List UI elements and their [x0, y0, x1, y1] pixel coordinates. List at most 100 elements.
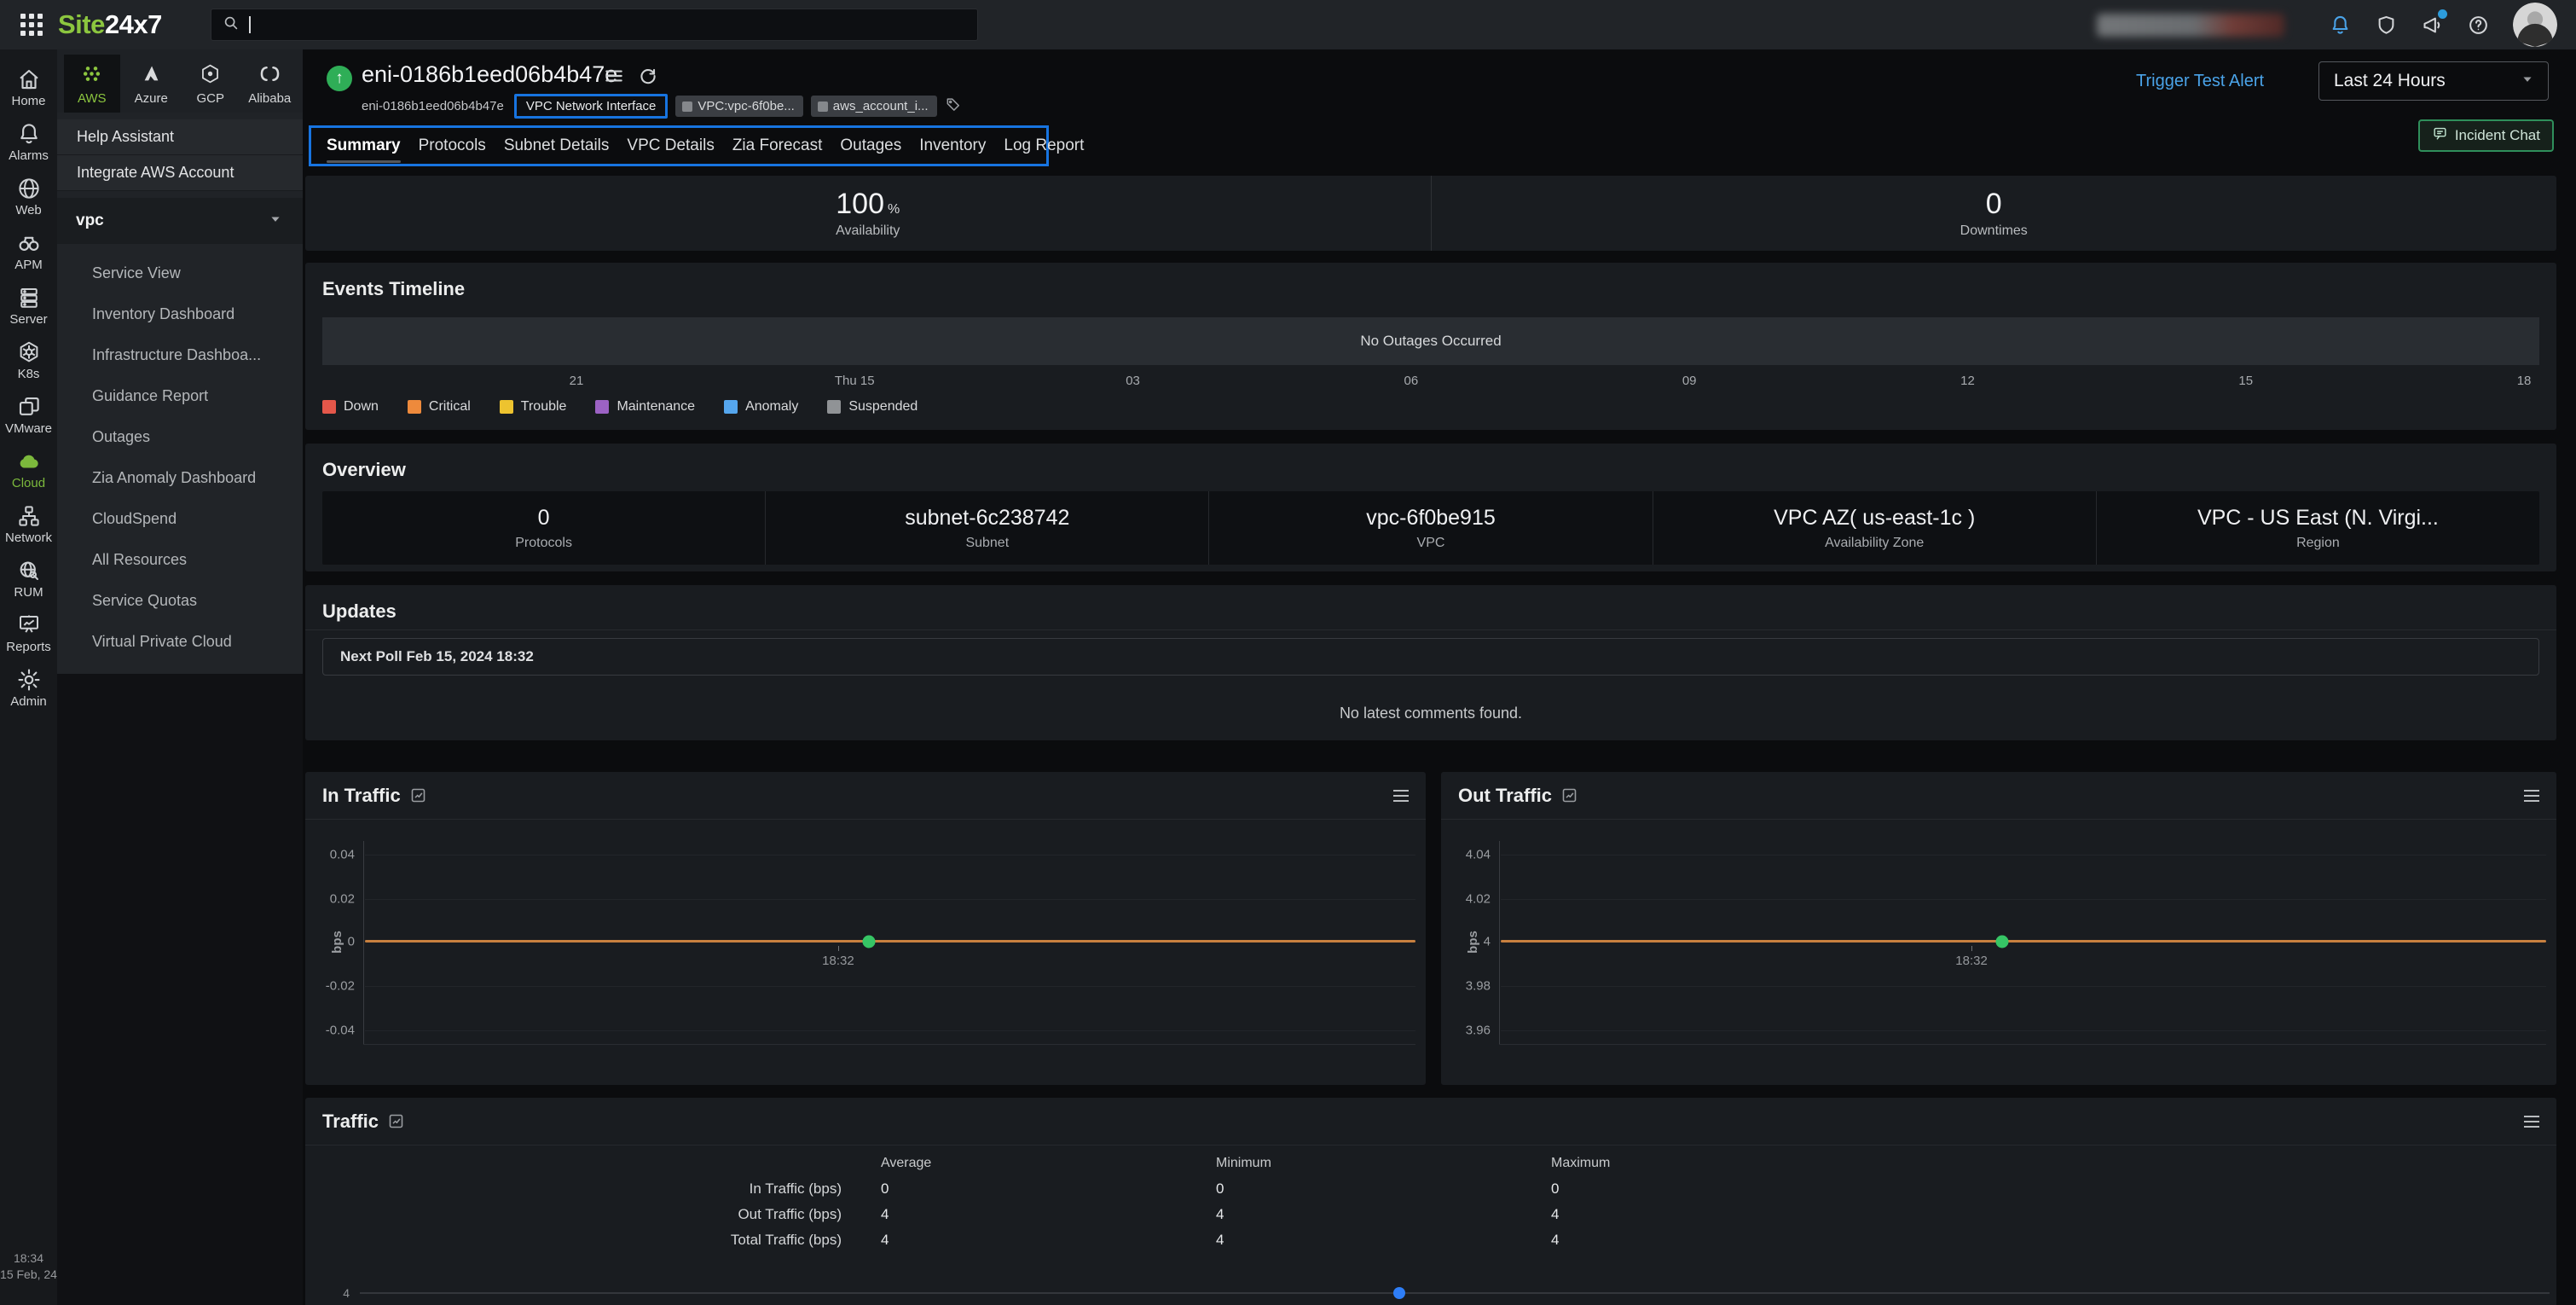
- tab-log-report[interactable]: Log Report: [1004, 128, 1084, 164]
- y-axis-line: [1499, 841, 1500, 1045]
- sidebar-link-help-assistant[interactable]: Help Assistant: [57, 119, 303, 155]
- provider-tab-alibaba[interactable]: Alibaba: [242, 55, 298, 113]
- table-value: 0: [881, 1180, 889, 1197]
- x-axis-tick: 18:32: [822, 954, 854, 968]
- events-timeline-panel: Events Timeline No Outages Occurred 21 Th…: [305, 263, 2556, 430]
- vpc-dropdown[interactable]: vpc: [57, 198, 303, 244]
- sidebar-item-all-resources[interactable]: All Resources: [57, 539, 303, 580]
- help-icon[interactable]: [2467, 14, 2490, 37]
- provider-tab-gcp[interactable]: GCP: [182, 55, 239, 113]
- rail-item-network[interactable]: Network: [0, 496, 57, 551]
- resource-chip[interactable]: aws_account_i...: [810, 96, 937, 117]
- overview-panel: Overview 0 Protocols subnet-6c238742 Subnet…: [305, 444, 2556, 571]
- rail-item-apm[interactable]: APM: [0, 223, 57, 278]
- sidebar-item-inventory-dashboard[interactable]: Inventory Dashboard: [57, 293, 303, 334]
- sidebar-item-infrastructure-dashboa[interactable]: Infrastructure Dashboa...: [57, 334, 303, 375]
- provider-tab-azure[interactable]: Azure: [124, 55, 180, 113]
- tab-vpc-details[interactable]: VPC Details: [627, 128, 714, 164]
- legend-swatch: [724, 400, 738, 414]
- data-point: [862, 935, 876, 948]
- sidebar-item-service-view[interactable]: Service View: [57, 252, 303, 293]
- time-range-select[interactable]: Last 24 Hours: [2318, 61, 2549, 101]
- monitor-title: eni-0186b1eed06b4b47e: [362, 61, 618, 87]
- provider-tab-aws[interactable]: AWS: [64, 55, 120, 113]
- monitor-tabs: Summary Protocols Subnet Details VPC Detail…: [327, 128, 1084, 164]
- rail-item-admin[interactable]: Admin: [0, 660, 57, 715]
- kubernetes-icon: [16, 339, 42, 366]
- site24x7-logo[interactable]: Site24x7: [58, 9, 162, 40]
- rail-item-home[interactable]: Home: [0, 60, 57, 114]
- next-poll-box: Next Poll Feb 15, 2024 18:32: [322, 638, 2539, 676]
- tab-inventory[interactable]: Inventory: [919, 128, 986, 164]
- sidebar-item-zia-anomaly-dashboard[interactable]: Zia Anomaly Dashboard: [57, 457, 303, 498]
- sidebar-item-outages[interactable]: Outages: [57, 416, 303, 457]
- overview-item-protocols: 0 Protocols: [515, 505, 572, 550]
- rail-item-cloud[interactable]: Cloud: [0, 442, 57, 496]
- x-axis-tick: 18:32: [1955, 954, 1988, 968]
- monitor-header: ↑ eni-0186b1eed06b4b47e eni-0186b1eed06b…: [303, 49, 2576, 119]
- traffic-title: Traffic: [322, 1110, 379, 1132]
- panel-menu-icon[interactable]: [2524, 789, 2539, 802]
- tab-outages[interactable]: Outages: [840, 128, 901, 164]
- rail-item-rum[interactable]: RUM: [0, 551, 57, 606]
- shield-icon[interactable]: [2375, 14, 2398, 37]
- bell-icon: [16, 120, 42, 148]
- expand-chart-icon[interactable]: [387, 1112, 405, 1130]
- rail-item-reports[interactable]: Reports: [0, 606, 57, 660]
- rail-item-k8s[interactable]: K8s: [0, 333, 57, 387]
- reports-icon: [16, 612, 42, 639]
- tab-subnet-details[interactable]: Subnet Details: [504, 128, 610, 164]
- tab-summary[interactable]: Summary: [327, 128, 401, 164]
- apps-grid-icon[interactable]: [20, 14, 43, 36]
- tab-zia-forecast[interactable]: Zia Forecast: [732, 128, 823, 164]
- rail-item-web[interactable]: Web: [0, 169, 57, 223]
- trigger-test-alert-link[interactable]: Trigger Test Alert: [2136, 72, 2264, 91]
- tab-protocols[interactable]: Protocols: [419, 128, 486, 164]
- timeline-tick: 09: [1682, 374, 1697, 388]
- table-value: 4: [881, 1232, 889, 1248]
- updates-panel: Updates Next Poll Feb 15, 2024 18:32 No …: [305, 585, 2556, 740]
- resource-chip[interactable]: VPC:vpc-6f0be...: [675, 96, 803, 117]
- rail-item-vmware[interactable]: VMware: [0, 387, 57, 442]
- legend-swatch: [827, 400, 842, 414]
- sidebar-item-cloudspend[interactable]: CloudSpend: [57, 498, 303, 539]
- notification-bell-icon[interactable]: [2329, 14, 2352, 37]
- table-value: 0: [1551, 1180, 1560, 1197]
- cloud-sidebar: AWS Azure GCP Alibaba Help Assistant Integra…: [57, 49, 303, 1305]
- monitor-chips: eni-0186b1eed06b4b47e VPC Network Interf…: [362, 94, 962, 119]
- cloud-icon: [16, 448, 42, 475]
- rail-item-server[interactable]: Server: [0, 278, 57, 333]
- incident-chat-button[interactable]: Incident Chat: [2417, 119, 2554, 152]
- monitor-type-chip[interactable]: VPC Network Interface: [513, 94, 669, 119]
- out-traffic-chart: bps 4.04 4.02 4 3.98 3.96 18:32: [1441, 841, 2546, 1045]
- topbar: Site24x7: [0, 0, 2576, 49]
- sidebar-item-virtual-private-cloud[interactable]: Virtual Private Cloud: [57, 621, 303, 662]
- table-value: 0: [1216, 1180, 1224, 1197]
- mini-chart-y-label: 4: [343, 1286, 350, 1300]
- expand-chart-icon[interactable]: [1560, 786, 1578, 804]
- global-search[interactable]: [211, 9, 978, 41]
- table-value: 4: [1216, 1206, 1224, 1222]
- sidebar-links: Help Assistant Integrate AWS Account: [57, 119, 303, 191]
- rail-item-alarms[interactable]: Alarms: [0, 114, 57, 169]
- search-input[interactable]: [256, 17, 967, 32]
- megaphone-icon[interactable]: [2421, 9, 2447, 37]
- overview-item-region: VPC - US East (N. Virgi... Region: [2095, 491, 2539, 565]
- site24x7-app: Site24x7 Home Alarms Web APM Server K8s VMware…: [0, 0, 2576, 1305]
- tabs-row: Summary Protocols Subnet Details VPC Detail…: [303, 119, 2576, 169]
- user-avatar[interactable]: [2513, 3, 2557, 47]
- traffic-table: Average Minimum Maximum In Traffic (bps) 0 0 0…: [305, 1151, 2556, 1253]
- refresh-icon[interactable]: [637, 65, 659, 91]
- timeline-tick: 21: [569, 374, 584, 388]
- sidebar-link-integrate-aws-account[interactable]: Integrate AWS Account: [57, 155, 303, 191]
- panel-menu-icon[interactable]: [1393, 789, 1409, 802]
- panel-menu-icon[interactable]: [2524, 1115, 2539, 1128]
- tag-icon[interactable]: [945, 96, 962, 117]
- timeline-tick: 03: [1126, 374, 1140, 388]
- sidebar-item-guidance-report[interactable]: Guidance Report: [57, 375, 303, 416]
- sidebar-item-service-quotas[interactable]: Service Quotas: [57, 580, 303, 621]
- events-legend: Down Critical Trouble Maintenance Anomaly Sus…: [322, 399, 918, 415]
- clock-time: 18:34: [13, 1251, 44, 1265]
- monitor-menu-icon[interactable]: [603, 65, 625, 91]
- expand-chart-icon[interactable]: [409, 786, 427, 804]
